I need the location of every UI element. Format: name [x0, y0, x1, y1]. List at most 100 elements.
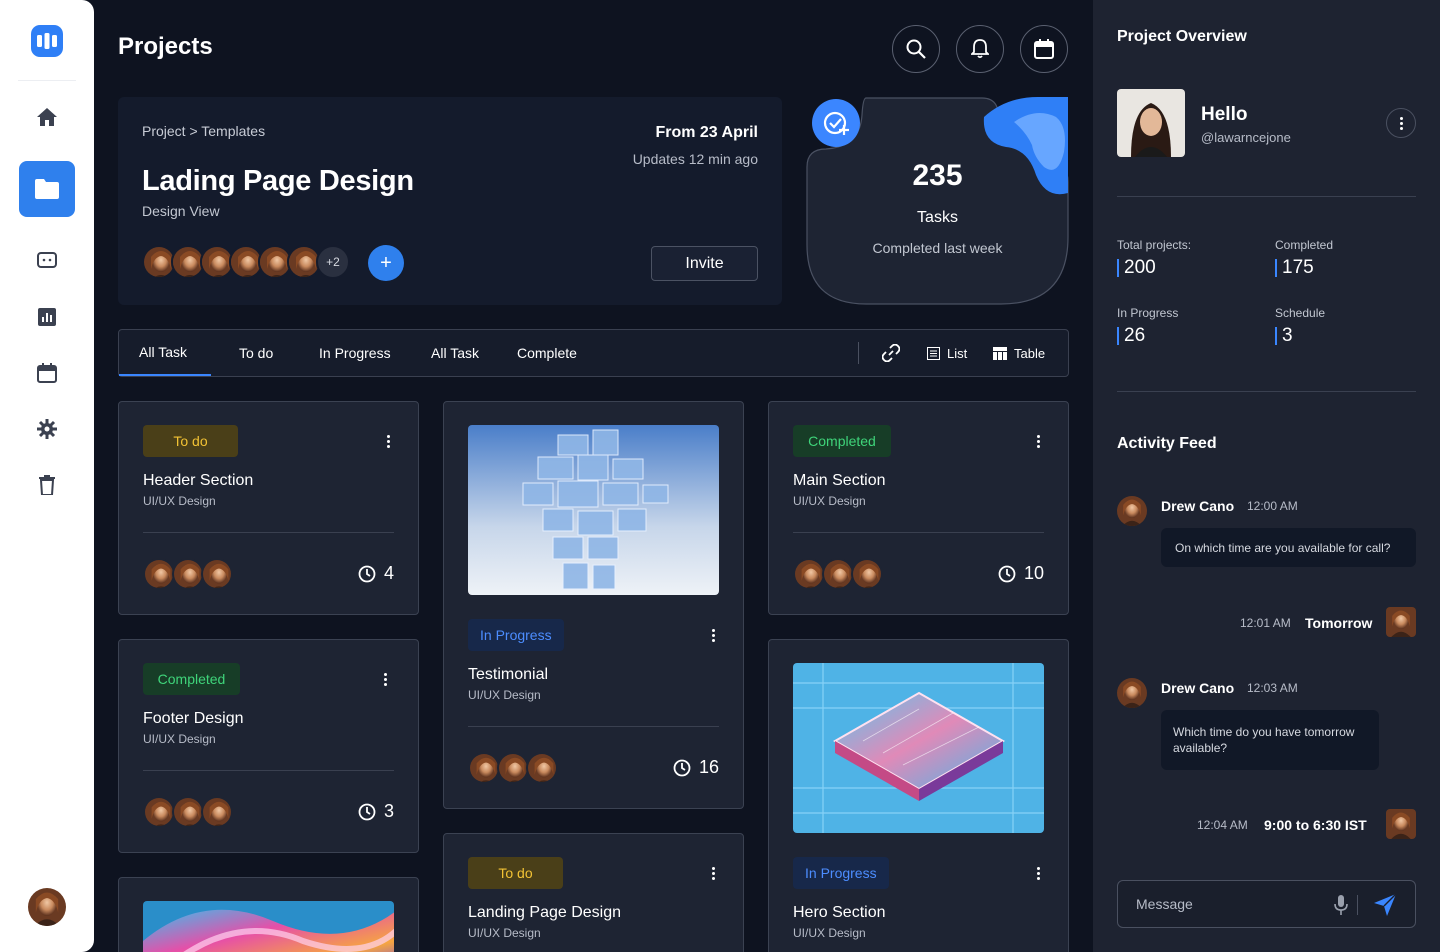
card-title: Testimonial	[468, 666, 549, 683]
calendar-icon	[1034, 39, 1054, 59]
clock-icon	[358, 565, 376, 582]
tasks-sub: Completed last week	[872, 240, 1003, 256]
notifications-button[interactable]	[956, 25, 1004, 73]
sidebar	[0, 0, 94, 952]
task-card[interactable]: Completed Main Section UI/UX Design 10	[768, 401, 1069, 615]
reply-message: 9:00 to 6:30 IST	[1264, 817, 1367, 833]
card-divider	[143, 532, 394, 533]
table-view-button[interactable]: Table	[993, 330, 1045, 376]
profile-photo	[1117, 89, 1185, 157]
link-button[interactable]	[882, 330, 900, 376]
user-avatar[interactable]	[28, 888, 66, 926]
folder-icon	[35, 179, 59, 199]
calendar-button[interactable]	[1020, 25, 1068, 73]
card-divider	[468, 726, 719, 727]
avatar	[201, 558, 233, 590]
stat-total-label: Total projects:	[1117, 238, 1192, 252]
tab-all-task[interactable]: All Task	[119, 330, 211, 376]
activity-feed-title: Activity Feed	[1117, 435, 1217, 452]
trash-icon	[39, 475, 55, 495]
nav-projects[interactable]	[19, 161, 75, 217]
app-logo-icon[interactable]	[31, 25, 63, 57]
card-count: 4	[383, 563, 394, 583]
card-menu-button[interactable]	[705, 863, 721, 883]
task-card[interactable]: In Progress Hero Section UI/UX Design	[768, 639, 1069, 952]
overview-title: Project Overview	[1117, 28, 1247, 45]
more-members-badge[interactable]: +2	[316, 245, 350, 279]
avatar	[172, 558, 204, 590]
stat-schedule-label: Schedule	[1275, 306, 1326, 320]
clock-icon	[358, 803, 376, 820]
card-category: UI/UX Design	[793, 494, 866, 508]
invite-button[interactable]: Invite	[651, 246, 758, 281]
task-card[interactable]: To do Header Section UI/UX Design 4	[118, 401, 419, 615]
check-plus-icon	[812, 99, 860, 147]
link-icon	[882, 344, 900, 362]
nav-calendar[interactable]	[19, 345, 75, 401]
profile-menu-button[interactable]	[1386, 108, 1416, 138]
search-button[interactable]	[892, 25, 940, 73]
search-icon	[906, 39, 926, 59]
message-input[interactable]	[1136, 881, 1316, 927]
task-card[interactable]: To do Landing Page Design UI/UX Design	[443, 833, 744, 952]
chart-icon	[38, 308, 56, 326]
card-time-count: 4	[358, 563, 394, 584]
status-badge: Completed	[143, 663, 240, 695]
card-category: UI/UX Design	[143, 732, 216, 746]
card-title: Main Section	[793, 472, 886, 489]
member-avatars[interactable]: +2	[142, 245, 350, 279]
clock-icon	[998, 565, 1016, 582]
overview-divider	[1117, 391, 1416, 392]
nav-reports[interactable]	[19, 289, 75, 345]
task-card[interactable]	[118, 877, 419, 952]
feed-sender-name: Drew Cano	[1161, 498, 1235, 514]
nav-messages[interactable]	[19, 233, 75, 289]
stat-schedule-value: 3	[1275, 326, 1293, 345]
card-title: Footer Design	[143, 710, 244, 727]
feed-time: 12:00 AM	[1247, 499, 1298, 513]
nav-trash[interactable]	[19, 457, 75, 513]
tab-all-task-2[interactable]: All Task	[431, 330, 479, 376]
breadcrumb[interactable]: Project > Templates	[142, 123, 265, 139]
avatar	[201, 796, 233, 828]
project-date: From 23 April	[655, 124, 758, 141]
status-badge: In Progress	[468, 619, 564, 651]
card-count: 3	[383, 801, 394, 821]
card-menu-button[interactable]	[705, 625, 721, 645]
list-view-label: List	[947, 345, 968, 361]
profile-handle: @lawarncejone	[1201, 130, 1291, 145]
project-card: Project > Templates From 23 April Update…	[118, 97, 782, 305]
card-title: Header Section	[143, 472, 254, 489]
mic-icon[interactable]	[1334, 895, 1348, 920]
card-menu-button[interactable]	[1030, 431, 1046, 451]
card-avatars	[143, 796, 233, 828]
card-time-count: 10	[998, 563, 1044, 584]
avatar	[1386, 607, 1416, 637]
home-icon	[37, 108, 57, 126]
nav-home[interactable]	[19, 89, 75, 145]
nav-settings[interactable]	[19, 401, 75, 457]
avatar	[1386, 809, 1416, 839]
stat-progress-value: 26	[1117, 326, 1145, 345]
card-category: UI/UX Design	[468, 688, 541, 702]
add-member-button[interactable]: +	[368, 245, 404, 281]
stat-total-value: 200	[1117, 258, 1156, 277]
feed-message: On which time are you available for call…	[1161, 528, 1416, 567]
list-view-button[interactable]: List	[927, 330, 967, 376]
card-menu-button[interactable]	[377, 669, 393, 689]
card-menu-button[interactable]	[380, 431, 396, 451]
tab-to-do[interactable]: To do	[239, 330, 273, 376]
task-card[interactable]: Completed Footer Design UI/UX Design 3	[118, 639, 419, 853]
task-card[interactable]: In Progress Testimonial UI/UX Design 16	[443, 401, 744, 809]
tab-complete[interactable]: Complete	[517, 330, 577, 376]
gear-icon	[37, 419, 57, 439]
card-title: Landing Page Design	[468, 904, 622, 921]
avatar	[468, 752, 500, 784]
send-icon[interactable]	[1374, 893, 1397, 921]
avatar	[1117, 678, 1147, 708]
table-view-label: Table	[1014, 345, 1046, 361]
avatar	[1117, 496, 1147, 526]
card-menu-button[interactable]	[1030, 863, 1046, 883]
tab-in-progress[interactable]: In Progress	[319, 330, 391, 376]
avatar	[822, 558, 854, 590]
